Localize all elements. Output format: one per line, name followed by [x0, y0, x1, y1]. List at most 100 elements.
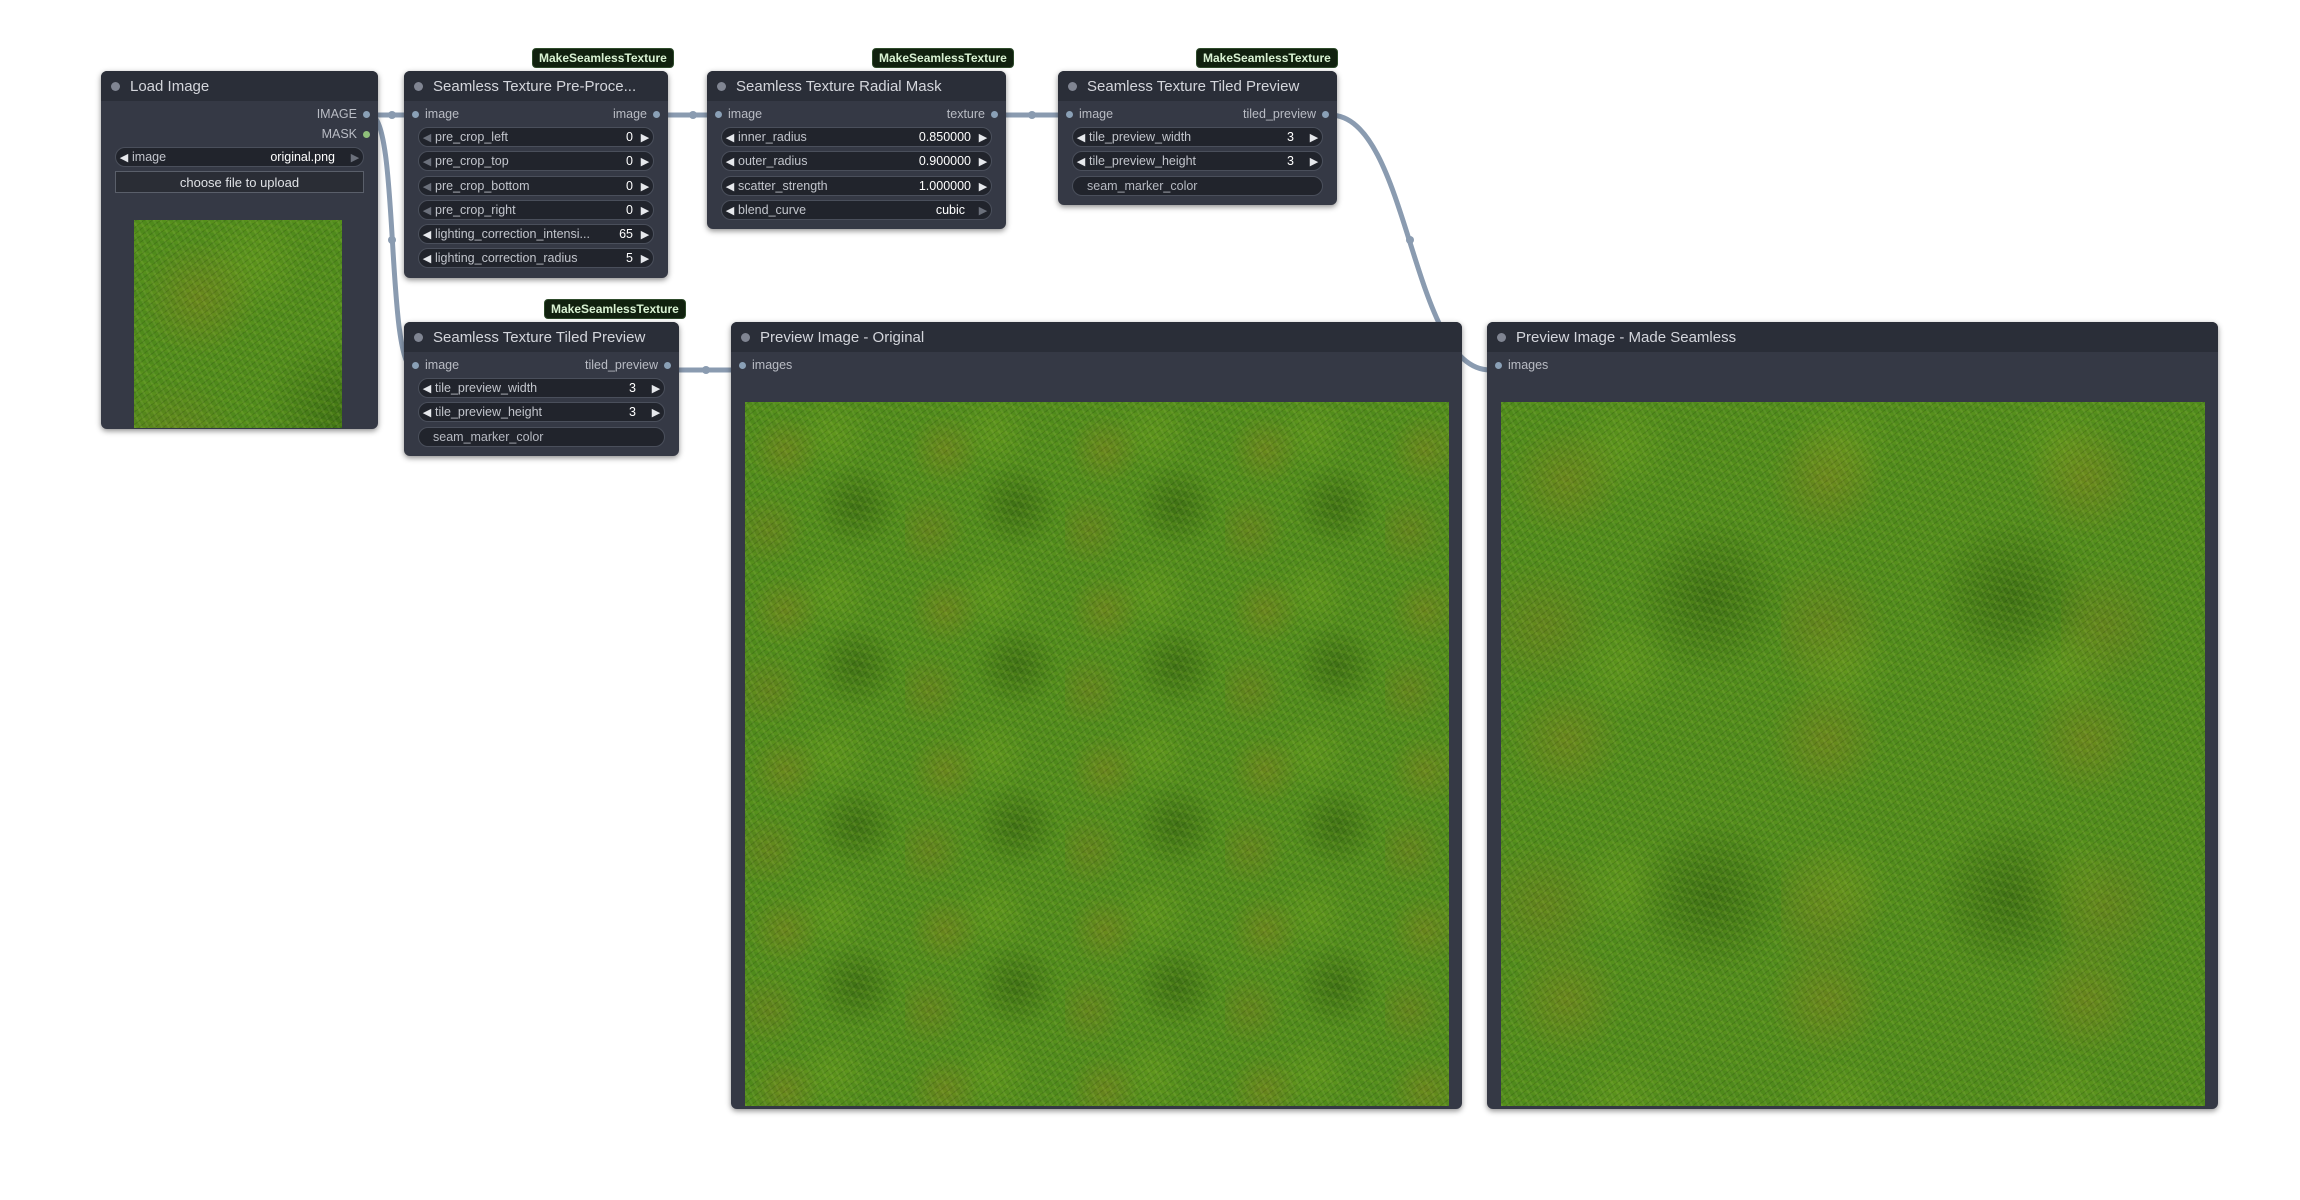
arrow-left-icon[interactable]: ◀	[722, 180, 738, 193]
seam-marker-color-field[interactable]: seam_marker_color	[418, 427, 665, 447]
output-socket-icon[interactable]	[363, 111, 370, 119]
arrow-left-icon[interactable]: ◀	[419, 228, 435, 241]
output-socket-icon[interactable]	[664, 362, 671, 370]
node-source-badge: MakeSeamlessTexture	[872, 48, 1014, 68]
collapse-dot-icon[interactable]	[414, 332, 423, 342]
arrow-left-icon[interactable]: ◀	[419, 252, 435, 265]
output-mask[interactable]: MASK	[322, 127, 370, 141]
node-header[interactable]: Seamless Texture Tiled Preview	[1058, 71, 1337, 101]
number-widget[interactable]: ◀ lighting_correction_intensi... 65 ▶	[418, 224, 654, 244]
tiled-preview-bottom-node[interactable]: Seamless Texture Tiled Preview image til…	[404, 322, 679, 456]
arrow-right-icon[interactable]: ▶	[637, 228, 653, 241]
output-image[interactable]: image	[613, 107, 660, 121]
arrow-left-icon[interactable]: ◀	[419, 406, 435, 419]
input-socket-icon[interactable]	[715, 111, 722, 119]
number-widget[interactable]: ◀ tile_preview_height 3 ▶	[418, 402, 665, 422]
tiled-preview-top-node[interactable]: Seamless Texture Tiled Preview image til…	[1058, 71, 1337, 205]
collapse-dot-icon[interactable]	[741, 332, 750, 342]
node-source-badge: MakeSeamlessTexture	[1196, 48, 1338, 68]
arrow-right-icon[interactable]: ▶	[637, 204, 653, 217]
number-widget[interactable]: ◀ tile_preview_height 3 ▶	[1072, 151, 1323, 171]
input-image[interactable]: image	[412, 107, 459, 121]
input-image[interactable]: image	[1066, 107, 1113, 121]
output-image[interactable]: IMAGE	[317, 107, 370, 121]
node-header[interactable]: Seamless Texture Tiled Preview	[404, 322, 679, 352]
output-socket-icon[interactable]	[653, 111, 660, 119]
number-widget[interactable]: ◀ pre_crop_top 0 ▶	[418, 151, 654, 171]
number-widget[interactable]: ◀ tile_preview_width 3 ▶	[1072, 127, 1323, 147]
arrow-left-icon[interactable]: ◀	[419, 155, 435, 168]
input-socket-icon[interactable]	[739, 362, 746, 370]
output-texture[interactable]: texture	[947, 107, 998, 121]
output-socket-icon[interactable]	[363, 131, 370, 139]
arrow-right-icon[interactable]: ▶	[637, 131, 653, 144]
arrow-left-icon[interactable]: ◀	[116, 151, 132, 164]
arrow-left-icon[interactable]: ◀	[419, 131, 435, 144]
node-header[interactable]: Seamless Texture Radial Mask	[707, 71, 1006, 101]
collapse-dot-icon[interactable]	[1497, 332, 1506, 342]
arrow-right-icon[interactable]: ▶	[975, 180, 991, 193]
input-images[interactable]: images	[739, 358, 792, 372]
radial-mask-node[interactable]: Seamless Texture Radial Mask image textu…	[707, 71, 1006, 229]
node-header[interactable]: Preview Image - Made Seamless	[1487, 322, 2218, 352]
arrow-left-icon[interactable]: ◀	[722, 131, 738, 144]
combo-widget[interactable]: ◀ blend_curve cubic ▶	[721, 200, 992, 220]
input-socket-icon[interactable]	[1066, 111, 1073, 119]
number-widget[interactable]: ◀ scatter_strength 1.000000 ▶	[721, 176, 992, 196]
arrow-right-icon[interactable]: ▶	[975, 155, 991, 168]
preprocess-node[interactable]: Seamless Texture Pre-Proce... image imag…	[404, 71, 668, 278]
output-tiled-preview[interactable]: tiled_preview	[1243, 107, 1329, 121]
arrow-right-icon[interactable]: ▶	[648, 406, 664, 419]
number-widget[interactable]: ◀ lighting_correction_radius 5 ▶	[418, 248, 654, 268]
collapse-dot-icon[interactable]	[111, 81, 120, 91]
arrow-right-icon[interactable]: ▶	[637, 155, 653, 168]
load-image-node[interactable]: Load Image IMAGE MASK ◀ image original.p…	[101, 71, 378, 429]
seam-marker-color-field[interactable]: seam_marker_color	[1072, 176, 1323, 196]
node-source-badge: MakeSeamlessTexture	[532, 48, 674, 68]
arrow-right-icon[interactable]: ▶	[1306, 155, 1322, 168]
output-socket-icon[interactable]	[991, 111, 998, 119]
number-widget[interactable]: ◀ inner_radius 0.850000 ▶	[721, 127, 992, 147]
collapse-dot-icon[interactable]	[414, 81, 423, 91]
node-header[interactable]: Seamless Texture Pre-Proce...	[404, 71, 668, 101]
output-socket-icon[interactable]	[1322, 111, 1329, 119]
preview-seamless-node[interactable]: Preview Image - Made Seamless images	[1487, 322, 2218, 1109]
arrow-left-icon[interactable]: ◀	[1073, 131, 1089, 144]
arrow-right-icon[interactable]: ▶	[975, 131, 991, 144]
arrow-right-icon[interactable]: ▶	[648, 382, 664, 395]
arrow-left-icon[interactable]: ◀	[419, 180, 435, 193]
node-title: Preview Image - Made Seamless	[1516, 328, 1737, 346]
arrow-left-icon[interactable]: ◀	[722, 204, 738, 217]
input-socket-icon[interactable]	[412, 111, 419, 119]
arrow-left-icon[interactable]: ◀	[722, 155, 738, 168]
preview-original-node[interactable]: Preview Image - Original images	[731, 322, 1462, 1109]
input-images[interactable]: images	[1495, 358, 1548, 372]
arrow-right-icon[interactable]: ▶	[975, 204, 991, 217]
number-widget[interactable]: ◀ pre_crop_right 0 ▶	[418, 200, 654, 220]
node-header[interactable]: Preview Image - Original	[731, 322, 1462, 352]
collapse-dot-icon[interactable]	[717, 81, 726, 91]
number-widget[interactable]: ◀ pre_crop_left 0 ▶	[418, 127, 654, 147]
node-title: Seamless Texture Radial Mask	[736, 77, 942, 95]
number-widget[interactable]: ◀ tile_preview_width 3 ▶	[418, 378, 665, 398]
node-title: Preview Image - Original	[760, 328, 925, 346]
input-image[interactable]: image	[715, 107, 762, 121]
arrow-right-icon[interactable]: ▶	[637, 252, 653, 265]
arrow-left-icon[interactable]: ◀	[1073, 155, 1089, 168]
preview-image-seamless	[1501, 402, 2205, 1106]
output-tiled-preview[interactable]: tiled_preview	[585, 358, 671, 372]
input-image[interactable]: image	[412, 358, 459, 372]
input-socket-icon[interactable]	[1495, 362, 1502, 370]
number-widget[interactable]: ◀ outer_radius 0.900000 ▶	[721, 151, 992, 171]
arrow-right-icon[interactable]: ▶	[1306, 131, 1322, 144]
arrow-left-icon[interactable]: ◀	[419, 382, 435, 395]
arrow-right-icon[interactable]: ▶	[347, 151, 363, 164]
node-header[interactable]: Load Image	[101, 71, 378, 101]
arrow-right-icon[interactable]: ▶	[637, 180, 653, 193]
input-socket-icon[interactable]	[412, 362, 419, 370]
collapse-dot-icon[interactable]	[1068, 81, 1077, 91]
upload-button[interactable]: choose file to upload	[115, 171, 364, 193]
arrow-left-icon[interactable]: ◀	[419, 204, 435, 217]
number-widget[interactable]: ◀ pre_crop_bottom 0 ▶	[418, 176, 654, 196]
image-combo[interactable]: ◀ image original.png ▶	[115, 147, 364, 167]
